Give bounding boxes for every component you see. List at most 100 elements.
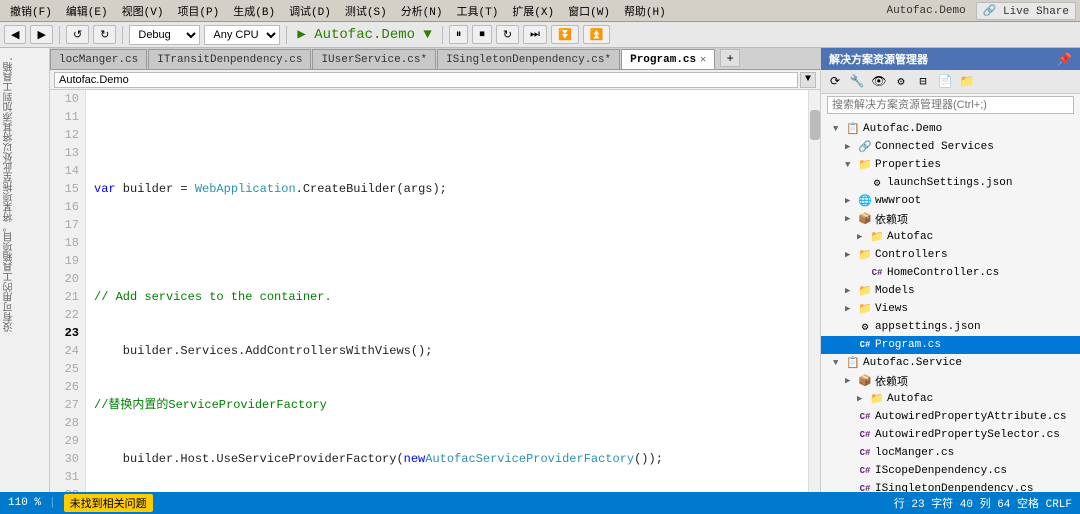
tab-locmanger[interactable]: locManger.cs [50, 49, 147, 69]
ln-30: 30 [50, 450, 85, 468]
code-content[interactable]: var builder = WebApplication.CreateBuild… [86, 90, 808, 492]
tree-service-autofac[interactable]: ▶ 📁 Autofac [821, 390, 1080, 408]
appsettings-icon: ⚙ [857, 320, 873, 334]
menu-window[interactable]: 窗口(W) [562, 3, 616, 19]
tree-dependencies[interactable]: ▶ 📦 依赖项 [821, 210, 1080, 228]
address-input[interactable] [54, 72, 798, 88]
ln-24: 24 [50, 342, 85, 360]
tree-launchsettings[interactable]: ⚙ launchSettings.json [821, 174, 1080, 192]
ln-21: 21 [50, 288, 85, 306]
tree-properties[interactable]: ▼ 📁 Properties [821, 156, 1080, 174]
cursor-position: 行 23 字符 40 列 64 空格 CRLF [894, 495, 1072, 511]
tab-iuserservice[interactable]: IUserService.cs* [312, 49, 436, 69]
solution-explorer-panel: 解决方案资源管理器 📌 ⟳ 🔧 👁 ⚙ ⊟ 📄 📁 ▼ 📋 Autofac.De… [820, 48, 1080, 492]
tree-autowired-attr[interactable]: C# AutowiredPropertyAttribute.cs [821, 408, 1080, 426]
code-area[interactable]: 10 11 12 13 14 15 16 17 18 19 20 21 22 2… [50, 90, 820, 492]
undo-button[interactable]: ↺ [66, 25, 89, 44]
tab-program[interactable]: Program.cs ✕ [621, 49, 715, 69]
tree-autofac-service[interactable]: ▼ 📋 Autofac.Service [821, 354, 1080, 372]
toolbar-btn-4[interactable]: ⏭ [523, 25, 547, 44]
tab-bar: locManger.cs ITransitDenpendency.cs IUse… [50, 48, 820, 70]
tree-autowired-sel[interactable]: C# AutowiredPropertySelector.cs [821, 426, 1080, 444]
menu-analyze[interactable]: 分析(N) [395, 3, 449, 19]
toolbar-btn-5[interactable]: ⏬ [551, 25, 579, 44]
toolbox-panel: 没有可用的工具箱项目。将某项拖至此处以将其添加到工具箱. [0, 48, 50, 492]
tree-models[interactable]: ▶ 📁 Models [821, 282, 1080, 300]
zoom-level: 110 % [8, 497, 41, 509]
tree-connected-services[interactable]: ▶ 🔗 Connected Services [821, 138, 1080, 156]
code-line-15: //替换内置的ServiceProviderFactory [94, 396, 808, 414]
editor-area: locManger.cs ITransitDenpendency.cs IUse… [50, 48, 820, 492]
editor-scrollbar[interactable] [808, 90, 820, 492]
tab-isingleton[interactable]: ISingletonDenpendency.cs* [437, 49, 620, 69]
menu-edit[interactable]: 编辑(E) [60, 3, 114, 19]
tree-controllers[interactable]: ▶ 📁 Controllers [821, 246, 1080, 264]
solution-search-input[interactable] [827, 96, 1074, 114]
connected-services-icon: 🔗 [857, 140, 873, 154]
address-btn[interactable]: ▼ [800, 72, 816, 88]
dependencies-icon: 📦 [857, 212, 873, 226]
menu-tools[interactable]: 工具(T) [451, 3, 505, 19]
tree-autofac-folder[interactable]: ▶ 📁 Autofac [821, 228, 1080, 246]
tree-wwwroot[interactable]: ▶ 🌐 wwwroot [821, 192, 1080, 210]
menu-extensions[interactable]: 扩展(X) [506, 3, 560, 19]
panel-collapse-btn[interactable]: ⊟ [913, 73, 933, 91]
menu-build[interactable]: 生成(B) [227, 3, 281, 19]
tree-iscope[interactable]: C# IScopeDenpendency.cs [821, 462, 1080, 480]
cs-icon-loc: C# [857, 448, 873, 458]
redo-button[interactable]: ↻ [93, 25, 116, 44]
cs-file-icon-home: C# [869, 268, 885, 278]
tree-autofac-demo[interactable]: ▼ 📋 Autofac.Demo [821, 120, 1080, 138]
panel-filter-btn[interactable]: ⚙ [891, 73, 911, 91]
panel-sync-btn[interactable]: ⟳ [825, 73, 845, 91]
menu-help[interactable]: 帮助(H) [618, 3, 672, 19]
panel-props-btn[interactable]: 🔧 [847, 73, 867, 91]
debug-mode-select[interactable]: Debug Release [129, 25, 200, 45]
menu-view[interactable]: 视图(V) [116, 3, 170, 19]
tree-locmanger[interactable]: C# locManger.cs [821, 444, 1080, 462]
ln-19: 19 [50, 252, 85, 270]
menu-project[interactable]: 项目(P) [171, 3, 225, 19]
solution-explorer-header: 解决方案资源管理器 📌 [821, 48, 1080, 70]
warning-badge[interactable]: 未找到相关问题 [64, 494, 153, 512]
toolbar-btn-1[interactable]: ⏸ [449, 25, 469, 44]
tab-itransit[interactable]: ITransitDenpendency.cs [148, 49, 311, 69]
separator-2 [122, 26, 123, 44]
menu-file[interactable]: 撤销(F) [4, 3, 58, 19]
tree-program-cs[interactable]: C# Program.cs [821, 336, 1080, 354]
code-line-16: builder.Host.UseServiceProviderFactory(n… [94, 450, 808, 468]
cs-icon-attr: C# [857, 412, 873, 422]
new-tab-button[interactable]: + [720, 49, 740, 67]
ln-12: 12 [50, 126, 85, 144]
tree-appsettings[interactable]: ⚙ appsettings.json [821, 318, 1080, 336]
tree-views[interactable]: ▶ 📁 Views [821, 300, 1080, 318]
cs-icon-sel: C# [857, 430, 873, 440]
live-share-btn[interactable]: 🔗 Live Share [976, 2, 1076, 20]
menu-test[interactable]: 测试(S) [339, 3, 393, 19]
settings-file-icon: ⚙ [869, 176, 885, 190]
tree-service-dependencies[interactable]: ▶ 📦 依赖项 [821, 372, 1080, 390]
ln-28: 28 [50, 414, 85, 432]
ln-23: 23 [50, 324, 85, 342]
panel-showall-btn[interactable]: 👁 [869, 73, 889, 91]
forward-button[interactable]: ▶ [30, 25, 52, 44]
toolbar-btn-2[interactable]: ⏹ [472, 25, 492, 44]
run-button[interactable]: ▶ Autofac.Demo ▼ [293, 26, 435, 43]
tab-program-close[interactable]: ✕ [700, 54, 706, 66]
menu-debug[interactable]: 调试(D) [283, 3, 337, 19]
tree-homecontroller[interactable]: C# HomeController.cs [821, 264, 1080, 282]
tab-program-label: Program.cs [630, 54, 696, 66]
panel-newfile-btn[interactable]: 📄 [935, 73, 955, 91]
toolbar-btn-6[interactable]: ⏫ [583, 25, 611, 44]
toolbar-btn-3[interactable]: ↻ [496, 25, 519, 44]
models-icon: 📁 [857, 284, 873, 298]
panel-newfolder-btn[interactable]: 📁 [957, 73, 977, 91]
back-button[interactable]: ◀ [4, 25, 26, 44]
tab-iuserservice-label: IUserService.cs* [321, 54, 427, 66]
ln-27: 27 [50, 396, 85, 414]
wwwroot-icon: 🌐 [857, 194, 873, 208]
tree-isingleton[interactable]: C# ISingletonDenpendency.cs [821, 480, 1080, 492]
panel-pin-icon[interactable]: 📌 [1057, 52, 1072, 67]
ln-16: 16 [50, 198, 85, 216]
cpu-select[interactable]: Any CPU x64 x86 [204, 25, 280, 45]
